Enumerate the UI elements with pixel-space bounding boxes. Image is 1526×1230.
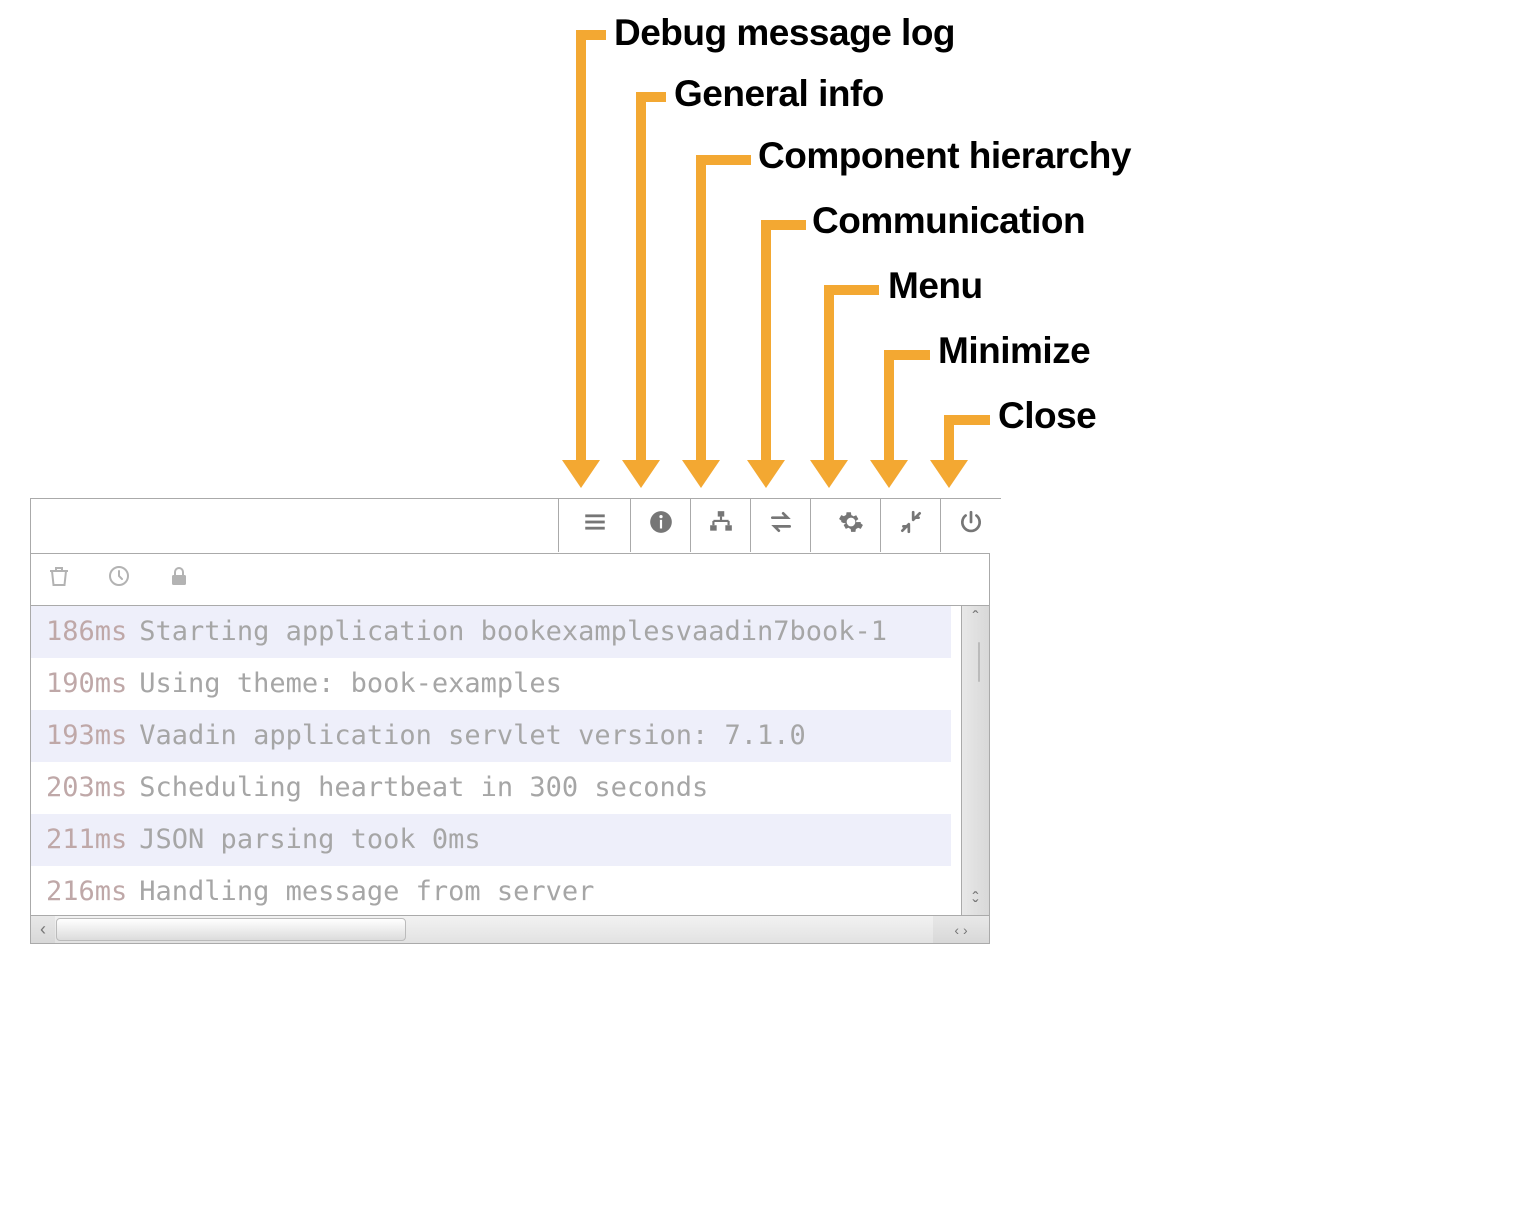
scroll-up-icon[interactable]: ˆ: [962, 606, 989, 630]
hierarchy-tab[interactable]: [691, 499, 751, 552]
callout-component-hierarchy: Component hierarchy: [758, 135, 1131, 177]
hierarchy-icon: [708, 509, 734, 542]
vertical-scroll-thumb[interactable]: [978, 642, 980, 682]
horizontal-scroll-thumb[interactable]: [56, 918, 406, 941]
log-message: JSON parsing took 0ms: [139, 824, 480, 855]
log-row: 186ms Starting application bookexamplesva…: [31, 606, 951, 658]
minimize-tab[interactable]: [881, 499, 941, 552]
tab-bar: [558, 498, 1001, 553]
log-row: 190ms Using theme: book-examples: [31, 658, 951, 710]
log-time: 211ms: [46, 824, 127, 855]
gear-icon: [838, 509, 864, 542]
list-icon: [582, 509, 608, 542]
scroll-corner: ‹ ›: [933, 916, 989, 943]
log-message: Handling message from server: [139, 876, 594, 907]
horizontal-scrollbar[interactable]: ‹ ‹ ›: [31, 915, 989, 943]
callout-menu: Menu: [888, 265, 983, 307]
info-icon: [648, 509, 674, 542]
log-area: 186ms Starting application bookexamplesva…: [31, 605, 989, 915]
callout-minimize: Minimize: [938, 330, 1090, 372]
log-message: Scheduling heartbeat in 300 seconds: [139, 772, 708, 803]
callout-general-info: General info: [674, 73, 884, 115]
scroll-down-icon[interactable]: ˆˇ: [962, 891, 989, 915]
info-tab[interactable]: [631, 499, 691, 552]
log-time: 193ms: [46, 720, 127, 751]
log-message: Using theme: book-examples: [139, 668, 562, 699]
debug-window: 186ms Starting application bookexamplesva…: [30, 498, 990, 944]
log-time: 190ms: [46, 668, 127, 699]
clock-icon: [107, 564, 131, 594]
vertical-scrollbar[interactable]: ˆ ˆˇ: [961, 606, 989, 915]
log-message: Starting application bookexamplesvaadin7…: [139, 616, 887, 647]
lock-icon: [167, 564, 191, 594]
log-time: 203ms: [46, 772, 127, 803]
close-tab[interactable]: [941, 499, 1001, 552]
log-row: 193ms Vaadin application servlet version:…: [31, 710, 951, 762]
lock-scroll-button[interactable]: [167, 564, 191, 595]
log-row: 203ms Scheduling heartbeat in 300 seconds: [31, 762, 951, 814]
menu-tab[interactable]: [821, 499, 881, 552]
callout-communication: Communication: [812, 200, 1085, 242]
log-tab[interactable]: [558, 499, 631, 552]
scroll-left-icon[interactable]: ‹: [31, 916, 55, 943]
log-time: 186ms: [46, 616, 127, 647]
log-row: 211ms JSON parsing took 0ms: [31, 814, 951, 866]
callout-close: Close: [998, 395, 1096, 437]
log-row: 216ms Handling message from server: [31, 866, 951, 915]
trash-icon: [47, 564, 71, 594]
log-message: Vaadin application servlet version: 7.1.…: [139, 720, 805, 751]
log-toolbar: [31, 553, 989, 605]
horizontal-scroll-track[interactable]: [55, 916, 933, 943]
log-time: 216ms: [46, 876, 127, 907]
log-rows: 186ms Starting application bookexamplesva…: [31, 606, 951, 915]
exchange-icon: [768, 509, 794, 542]
minimize-icon: [898, 509, 924, 542]
power-icon: [958, 509, 984, 542]
reset-timer-button[interactable]: [107, 564, 131, 595]
communication-tab[interactable]: [751, 499, 811, 552]
tab-separator: [811, 499, 821, 552]
clear-log-button[interactable]: [47, 564, 71, 595]
callout-debug-log: Debug message log: [614, 12, 955, 54]
